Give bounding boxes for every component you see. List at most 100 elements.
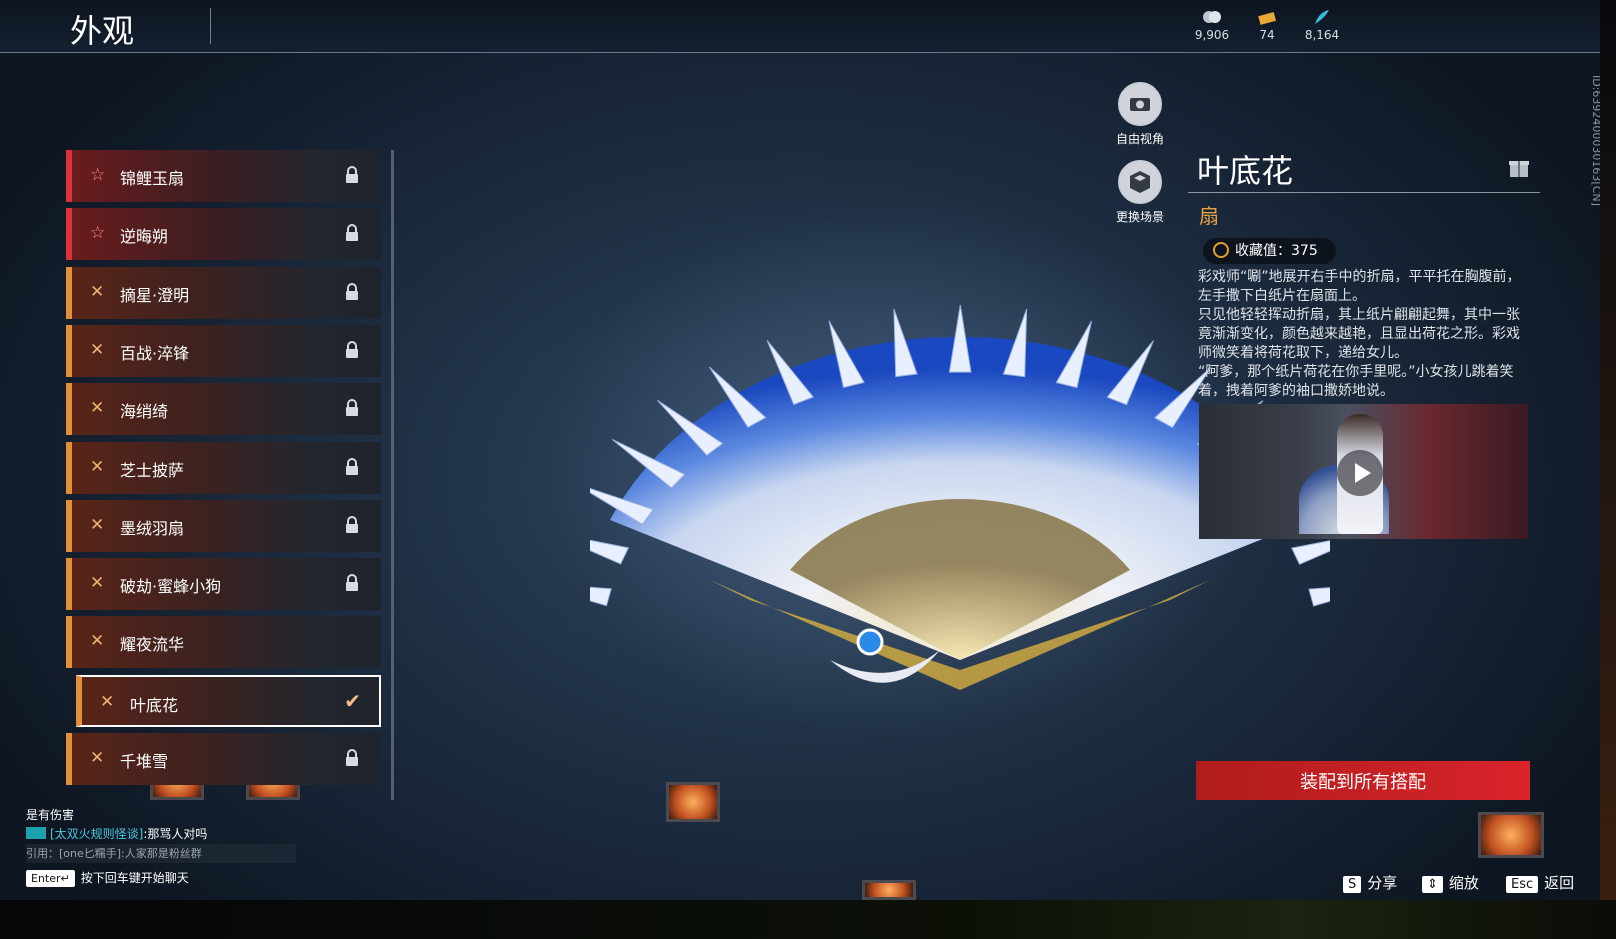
list-item-label: 千堆雪	[120, 752, 169, 771]
chat-channel[interactable]: [太双火规则怪谈]	[50, 827, 143, 841]
share-shortcut[interactable]: S 分享	[1343, 872, 1397, 893]
top-bar-divider	[0, 52, 1600, 53]
equip-all-button[interactable]: 装配到所有搭配	[1196, 761, 1530, 800]
rarity-cross-icon: ✕	[90, 339, 105, 360]
lock-icon	[346, 574, 358, 592]
item-description: 彩戏师“唰”地展开右手中的折扇，平平托在胸腹前，左手撒下白纸片在扇面上。 只见他…	[1198, 268, 1532, 401]
list-item-label: 耀夜流华	[120, 635, 185, 655]
list-item-label: 破劫·蜜蜂小狗	[120, 577, 222, 597]
list-item-label: 摘星·澄明	[120, 285, 190, 305]
list-item-label: 墨绒羽扇	[120, 518, 185, 538]
ticket-icon	[1258, 12, 1277, 25]
list-item-label: 逆晦朔	[120, 227, 169, 247]
currency-silver[interactable]: 9,906	[1187, 8, 1237, 42]
list-item[interactable]: ☆ 逆晦朔	[66, 208, 381, 261]
list-item-label: 叶底花	[130, 695, 179, 715]
lock-icon	[346, 749, 358, 766]
description-paragraph: 彩戏师“唰”地展开右手中的折扇，平平托在胸腹前，左手撒下白纸片在扇面上。	[1198, 269, 1521, 304]
gift-icon[interactable]	[1507, 155, 1531, 179]
check-icon: ✔	[344, 688, 361, 713]
currency-ticket-value: 74	[1259, 28, 1275, 42]
rarity-cross-icon: ✕	[90, 573, 105, 594]
lock-icon	[346, 515, 358, 533]
list-item[interactable]: ✕ 芝士披萨	[66, 441, 381, 494]
list-scrollbar[interactable]	[391, 150, 394, 800]
currency-ticket[interactable]: 74	[1242, 8, 1292, 42]
list-item-label: 百战·淬锋	[120, 343, 190, 363]
list-item[interactable]: ✕ 叶底花 ✔	[76, 674, 381, 727]
free-camera-label: 自由视角	[1115, 132, 1164, 146]
chat-panel[interactable]: 是有伤害 [太双火规则怪谈]:那骂人对吗 引用：[one匕糯手]:人家那是粉丝群…	[26, 806, 296, 888]
item-name: 叶底花	[1197, 152, 1294, 190]
zoom-label: 缩放	[1448, 874, 1479, 892]
lantern-decoration	[1478, 812, 1544, 858]
back-label: 返回	[1544, 874, 1575, 892]
currency-feather-value: 8,164	[1304, 28, 1340, 42]
rarity-cross-icon: ✕	[100, 691, 115, 712]
camera-icon	[1118, 82, 1162, 126]
lock-icon	[346, 399, 358, 417]
lock-icon	[346, 457, 358, 475]
page-title: 外观	[70, 12, 135, 50]
list-item[interactable]: ✕ 百战·淬锋	[66, 324, 381, 377]
rarity-cross-icon: ✕	[90, 514, 105, 535]
share-key: S	[1343, 876, 1362, 893]
mouse-icon: ⇕	[1422, 876, 1443, 893]
list-item-label: 芝士披萨	[120, 460, 185, 480]
list-item[interactable]: ✕ 千堆雪	[66, 733, 381, 785]
list-item-label: 海绡绮	[120, 402, 169, 422]
chat-message: [太双火规则怪谈]:那骂人对吗	[26, 825, 296, 844]
top-bar: 外观 9,906 74 8,164	[0, 0, 1600, 53]
channel-tag-icon	[26, 827, 46, 839]
collection-coin-icon	[1213, 242, 1229, 258]
zoom-shortcut[interactable]: ⇕ 缩放	[1422, 872, 1479, 893]
play-icon[interactable]	[1337, 450, 1383, 496]
change-scene-button[interactable]: 更换场景	[1095, 160, 1185, 225]
chat-message: 是有伤害	[26, 808, 75, 822]
esc-key: Esc	[1506, 876, 1539, 893]
lantern-decoration	[666, 782, 720, 822]
chat-quote: 引用：[one匕糯手]:人家那是粉丝群	[26, 844, 296, 863]
feather-icon	[1315, 10, 1329, 24]
list-item[interactable]: ✕ 摘星·澄明	[66, 266, 381, 319]
list-item[interactable]: ☆ 锦鲤玉扇	[66, 150, 381, 202]
currency-feather[interactable]: 8,164	[1297, 8, 1347, 42]
preview-video-thumbnail[interactable]	[1199, 404, 1528, 539]
chat-hint: Enter↵ 按下回车键开始聊天	[26, 869, 296, 888]
game-scene: 外观 9,906 74 8,164 ☆ 锦鲤玉扇 ☆ 逆晦朔 ✕ 摘星·澄明 ✕ 百战·淬锋 ✕…	[0, 0, 1600, 900]
star-icon: ☆	[90, 223, 106, 244]
list-item[interactable]: ✕ 耀夜流华	[66, 616, 381, 669]
lock-icon	[346, 340, 358, 358]
list-item-label: 锦鲤玉扇	[120, 169, 185, 188]
collection-value-text: 收藏值：375	[1235, 243, 1318, 259]
rarity-cross-icon: ✕	[90, 398, 105, 419]
collection-value-badge: 收藏值：375	[1203, 238, 1336, 264]
list-item[interactable]: ✕ 海绡绮	[66, 383, 381, 436]
change-scene-label: 更换场景	[1115, 210, 1164, 224]
scene-cube-icon	[1118, 160, 1162, 204]
silver-coin-icon	[1203, 11, 1221, 23]
currency-silver-value: 9,906	[1194, 28, 1230, 42]
rarity-cross-icon: ✕	[90, 456, 105, 477]
lock-icon	[346, 282, 358, 300]
title-divider	[210, 8, 211, 44]
rarity-cross-icon: ✕	[90, 631, 105, 652]
item-name-divider	[1188, 192, 1540, 193]
free-camera-button[interactable]: 自由视角	[1095, 82, 1185, 147]
appearance-list[interactable]: ☆ 锦鲤玉扇 ☆ 逆晦朔 ✕ 摘星·澄明 ✕ 百战·淬锋 ✕ 海绡绮 ✕ 芝士披萨 ✕ 墨绒羽扇 ✕ 破劫·蜜…	[66, 150, 386, 800]
fan-spike	[590, 586, 612, 607]
back-shortcut[interactable]: Esc 返回	[1506, 872, 1574, 893]
rarity-cross-icon: ✕	[90, 281, 105, 302]
item-id: ID:6392400030163[CN]	[1590, 75, 1600, 206]
description-paragraph: 只见他轻轻挥动折扇，其上纸片翩翩起舞，其中一张竟渐渐变化，颜色越来越艳，且显出荷…	[1198, 307, 1520, 361]
lantern-decoration	[862, 880, 916, 900]
item-type: 扇	[1199, 204, 1219, 228]
fan-spike	[590, 539, 630, 565]
description-paragraph: “阿爹，那个纸片荷花在你手里呢。”小女孩儿跳着笑着，拽着阿爹的袖口撒娇地说。	[1198, 364, 1514, 399]
chat-text: :那骂人对吗	[143, 827, 208, 841]
list-item[interactable]: ✕ 破劫·蜜蜂小狗	[66, 558, 381, 611]
star-icon: ☆	[90, 165, 106, 185]
enter-key-badge: Enter↵	[26, 870, 75, 887]
share-label: 分享	[1367, 874, 1398, 892]
list-item[interactable]: ✕ 墨绒羽扇	[66, 499, 381, 552]
